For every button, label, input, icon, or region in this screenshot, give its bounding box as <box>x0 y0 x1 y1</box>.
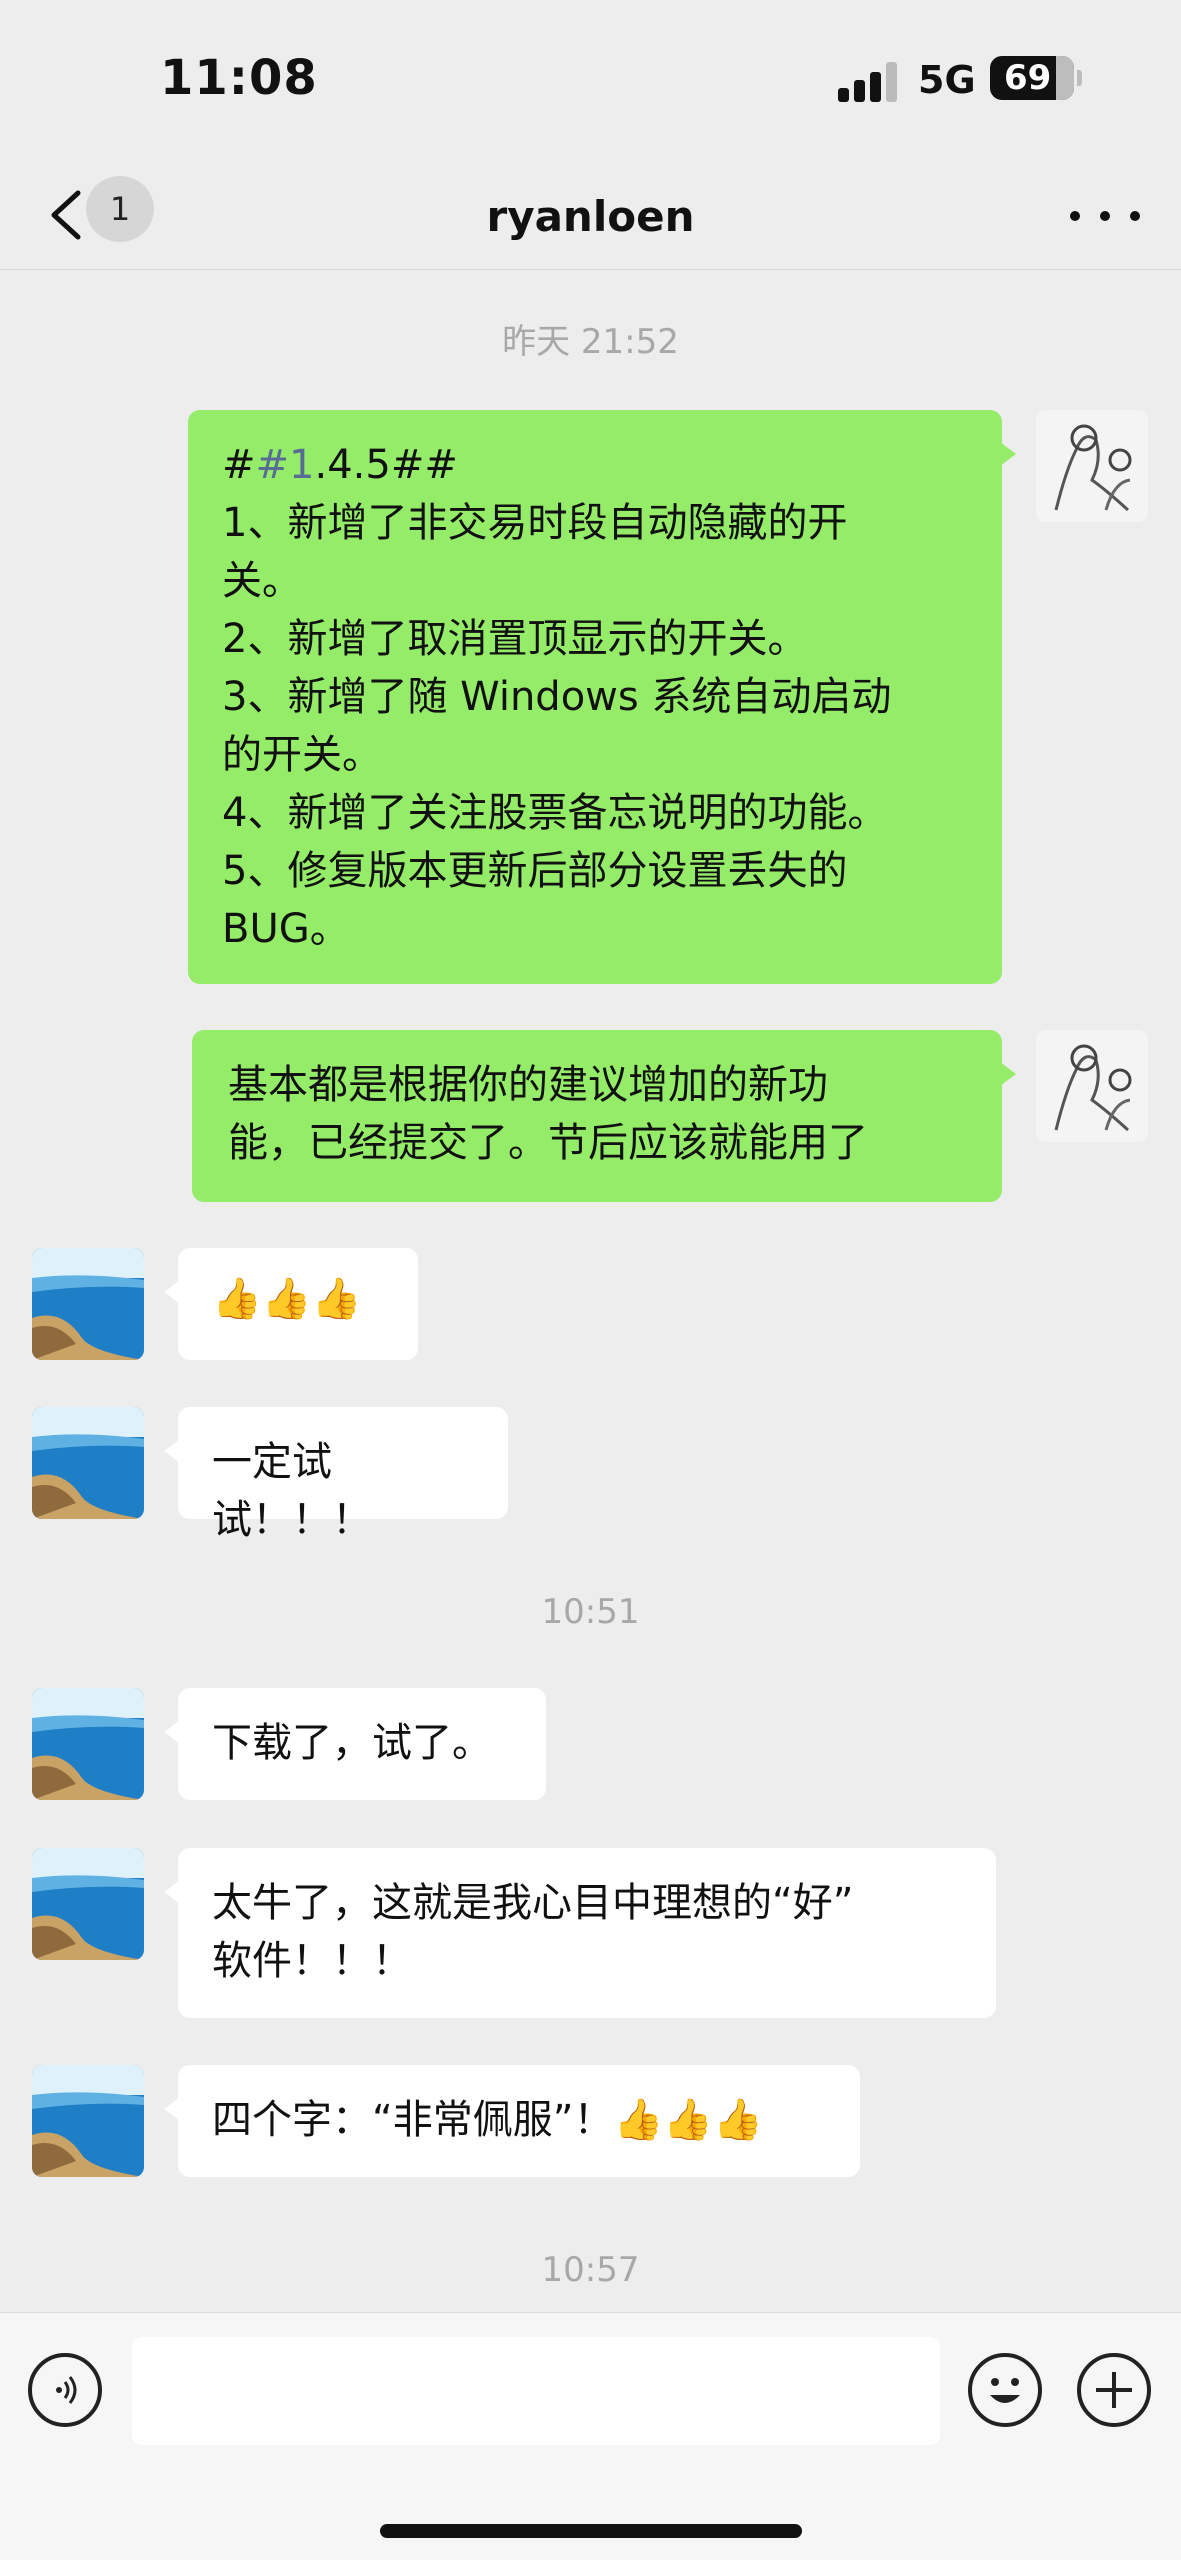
incoming-message-bubble[interactable]: 太牛了，这就是我心目中理想的“好” 软件！！！ <box>164 1848 996 2018</box>
incoming-message-bubble[interactable]: 一定试试！！！ <box>164 1407 508 1543</box>
chat-header: ryanloen <box>0 160 1181 270</box>
message-line: ##1.4.5## <box>222 442 458 488</box>
message-line: 1、新增了非交易时段自动隐藏的开 <box>222 500 848 546</box>
outgoing-message-bubble[interactable]: 基本都是根据你的建议增加的新功 能，已经提交了。节后应该就能用了 <box>192 1030 1016 1202</box>
plus-button[interactable] <box>1077 2353 1151 2427</box>
contact-avatar[interactable] <box>32 1848 144 1960</box>
message-input[interactable] <box>132 2337 940 2445</box>
my-avatar[interactable] <box>1036 1030 1148 1142</box>
home-indicator[interactable] <box>380 2524 802 2538</box>
unread-badge[interactable]: 1 <box>86 176 154 242</box>
status-time: 11:08 <box>160 50 318 106</box>
chat-timestamp: 10:51 <box>541 1592 640 1632</box>
message-line: 太牛了，这就是我心目中理想的“好” <box>212 1880 854 1926</box>
battery-tip <box>1077 70 1082 86</box>
message-line: BUG。 <box>222 906 350 952</box>
seaside-avatar-icon <box>32 1248 144 1360</box>
message-line: 3、新增了随 Windows 系统自动启动 <box>222 674 892 720</box>
seaside-avatar-icon <box>32 1688 144 1800</box>
message-line: 软件！！！ <box>212 1938 412 1984</box>
message-line: 能，已经提交了。节后应该就能用了 <box>228 1120 868 1166</box>
voice-button[interactable] <box>28 2353 102 2427</box>
contact-avatar[interactable] <box>32 1407 144 1519</box>
incoming-message-bubble[interactable]: 👍👍👍 <box>164 1248 418 1360</box>
plus-icon <box>1096 2372 1132 2408</box>
sketch-avatar-icon <box>1036 410 1148 522</box>
emoji-icon <box>990 2378 1020 2403</box>
tag-link[interactable]: #1 <box>256 442 315 488</box>
message-line: 基本都是根据你的建议增加的新功 <box>228 1062 828 1108</box>
signal-icon <box>838 62 912 102</box>
seaside-avatar-icon <box>32 1848 144 1960</box>
battery-level: 69 <box>1004 58 1052 98</box>
message-line: 4、新增了关注股票备忘说明的功能。 <box>222 790 888 836</box>
contact-avatar[interactable] <box>32 1248 144 1360</box>
message-line: 2、新增了取消置顶显示的开关。 <box>222 616 808 662</box>
status-bar: 11:08 5G 69 <box>0 0 1181 160</box>
contact-avatar[interactable] <box>32 1688 144 1800</box>
chat-timestamp: 10:57 <box>541 2250 640 2290</box>
my-avatar[interactable] <box>1036 410 1148 522</box>
message-line: 的开关。 <box>222 732 382 778</box>
more-dots-icon <box>1070 211 1080 221</box>
message-line: 5、修复版本更新后部分设置丢失的 <box>222 848 848 894</box>
seaside-avatar-icon <box>32 1407 144 1519</box>
battery-icon: 69 <box>990 56 1074 100</box>
message-line: 关。 <box>222 558 302 604</box>
contact-avatar[interactable] <box>32 2065 144 2177</box>
network-type: 5G <box>918 58 976 102</box>
seaside-avatar-icon <box>32 2065 144 2177</box>
sketch-avatar-icon <box>1036 1030 1148 1142</box>
emoji-button[interactable] <box>968 2353 1042 2427</box>
more-button[interactable] <box>1070 196 1140 236</box>
chat-timestamp: 昨天 21:52 <box>502 322 679 362</box>
incoming-message-bubble[interactable]: 四个字：“非常佩服”！👍👍👍 <box>164 2065 860 2177</box>
incoming-message-bubble[interactable]: 下载了，试了。 <box>164 1688 546 1800</box>
chat-title: ryanloen <box>486 192 695 241</box>
voice-icon <box>56 2376 77 2404</box>
input-bar <box>0 2312 1181 2560</box>
outgoing-message-bubble[interactable]: ##1.4.5## 1、新增了非交易时段自动隐藏的开 关。 2、新增了取消置顶显… <box>188 410 1016 984</box>
